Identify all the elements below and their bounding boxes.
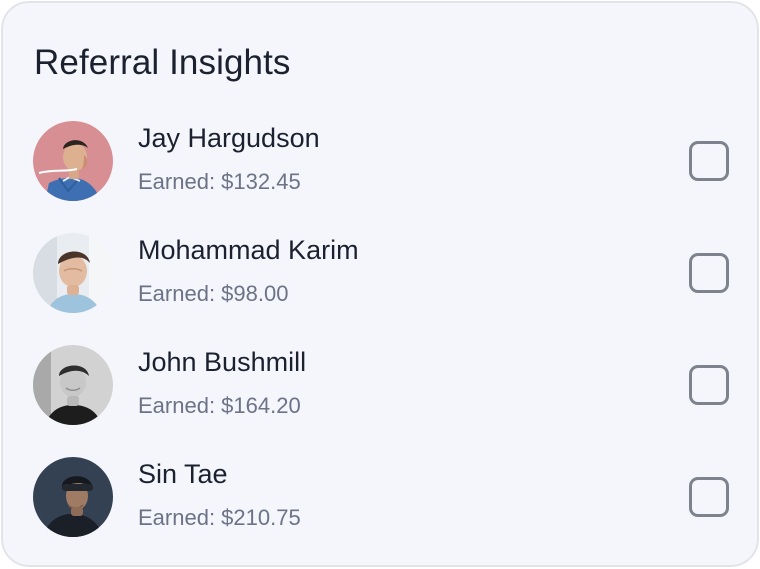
earned-amount: Earned: $132.45 — [138, 169, 301, 194]
referral-list: Jay Hargudson Earned: $132.45 Mohammad K… — [3, 3, 757, 565]
avatar — [33, 121, 113, 201]
referral-insights-card: Referral Insights Jay Hargudson Earned: … — [1, 1, 759, 567]
earned-amount: Earned: $164.20 — [138, 393, 301, 418]
referral-row: John Bushmill Earned: $164.20 — [3, 345, 757, 457]
referral-row: Mohammad Karim Earned: $98.00 — [3, 233, 757, 345]
referrer-name: Sin Tae — [138, 459, 228, 489]
earned-amount: Earned: $210.75 — [138, 505, 301, 530]
referral-row: Jay Hargudson Earned: $132.45 — [3, 121, 757, 233]
referrer-name: John Bushmill — [138, 347, 307, 377]
referrer-name: Mohammad Karim — [138, 235, 359, 265]
select-checkbox[interactable] — [689, 141, 729, 181]
earned-amount: Earned: $98.00 — [138, 281, 289, 306]
select-checkbox[interactable] — [689, 477, 729, 517]
avatar — [33, 345, 113, 425]
referrer-name: Jay Hargudson — [138, 123, 320, 153]
referral-row: Sin Tae Earned: $210.75 — [3, 457, 757, 569]
avatar — [33, 233, 113, 313]
avatar — [33, 457, 113, 537]
select-checkbox[interactable] — [689, 365, 729, 405]
select-checkbox[interactable] — [689, 253, 729, 293]
